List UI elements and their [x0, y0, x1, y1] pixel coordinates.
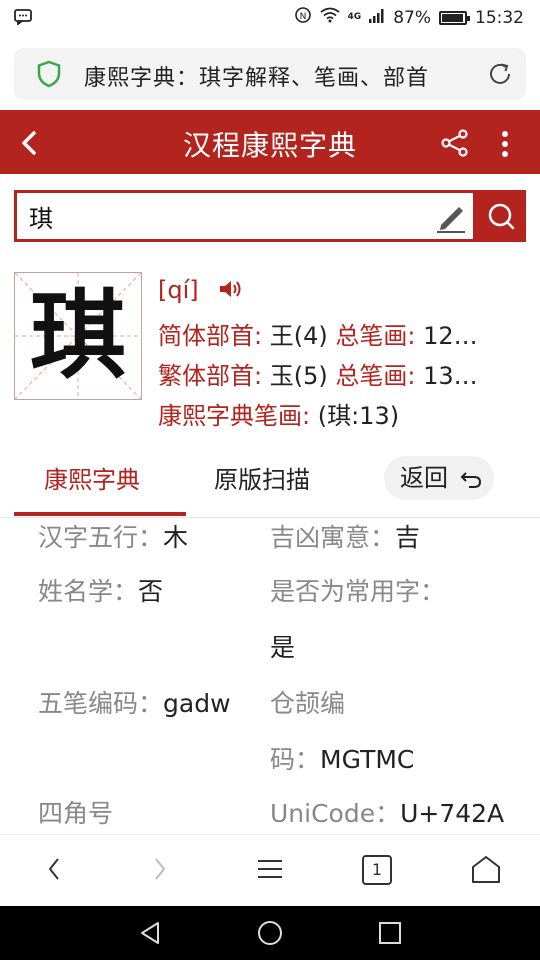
share-icon[interactable] — [440, 128, 470, 162]
message-icon — [14, 9, 32, 29]
name-study-row: 姓名学：否 — [38, 572, 163, 608]
clock: 15:32 — [475, 7, 524, 28]
battery-icon — [439, 10, 470, 25]
return-label: 返回 — [400, 464, 448, 492]
menu-icon[interactable] — [256, 853, 284, 889]
kangxi-strokes-row: 康熙字典笔画: (琪:13) — [158, 396, 399, 431]
traditional-info-row: 繁体部首: 玉(5) 总笔画: 13… — [158, 356, 528, 391]
speaker-icon[interactable] — [218, 277, 244, 305]
pinyin: [qí] — [158, 276, 199, 304]
refresh-icon[interactable] — [486, 60, 514, 92]
fortune-label: 吉凶寓意： — [270, 523, 396, 552]
kangxi-strokes-label: 康熙字典笔画: — [158, 402, 311, 430]
traditional-strokes-value: 13… — [423, 362, 478, 390]
active-tab-indicator — [14, 512, 186, 516]
character-grid-box: 琪 — [14, 272, 142, 400]
address-bar[interactable]: 康熙字典：琪字解释、笔画、部首 — [14, 48, 526, 100]
unicode-row: UniCode：U+742A — [270, 794, 504, 830]
status-right: N 4G 87% 15:32 — [294, 6, 524, 29]
simplified-info-row: 简体部首: 王(4) 总笔画: 12… — [158, 316, 528, 351]
system-back-icon[interactable] — [138, 920, 162, 950]
tab-count-icon[interactable]: 1 — [362, 855, 392, 885]
unicode-label: UniCode： — [270, 799, 401, 828]
tab-kangxi[interactable]: 康熙字典 — [44, 460, 140, 495]
simplified-strokes-value: 12… — [423, 322, 478, 350]
simplified-strokes-label: 总笔画: — [335, 322, 416, 350]
url-title: 康熙字典：琪字解释、笔画、部首 — [84, 66, 430, 91]
svg-text:N: N — [299, 12, 306, 22]
kangxi-strokes-value: (琪:13) — [317, 402, 400, 430]
pencil-icon[interactable] — [435, 203, 467, 237]
browser-back-icon[interactable] — [44, 853, 64, 889]
four-corner-label: 四角号 — [38, 799, 114, 828]
system-recents-icon[interactable] — [378, 920, 402, 950]
traditional-strokes-label: 总笔画: — [335, 362, 416, 390]
wifi-icon — [319, 7, 340, 28]
cangjie-value: MGTMC — [320, 745, 415, 774]
name-study-label: 姓名学： — [38, 577, 139, 606]
cangjie-row: 码：MGTMC — [270, 740, 414, 776]
fortune-row: 吉凶寓意：吉 — [270, 518, 420, 554]
wubi-label: 五笔编码： — [38, 689, 164, 718]
five-elements-value: 木 — [163, 523, 189, 552]
tab-original-scan[interactable]: 原版扫描 — [214, 460, 310, 495]
traditional-radical-value: 玉(5) — [269, 362, 328, 390]
signal-icon — [369, 8, 385, 28]
wubi-value: gadw — [163, 689, 231, 718]
home-icon[interactable] — [470, 853, 502, 889]
system-nav-bar — [0, 906, 540, 960]
simplified-radical-label: 简体部首: — [158, 322, 263, 350]
name-study-value: 否 — [138, 577, 164, 606]
character-details: 汉字五行：木 吉凶寓意：吉 姓名学：否 是否为常用字： 是 五笔编码：gadw … — [0, 518, 540, 834]
system-home-icon[interactable] — [257, 920, 283, 950]
common-char-label: 是否为常用字： — [270, 577, 446, 606]
network-label: 4G — [347, 12, 362, 22]
shield-icon — [36, 60, 62, 92]
five-elements-row: 汉字五行：木 — [38, 518, 188, 554]
tab-bar: 康熙字典 原版扫描 返回 — [0, 448, 540, 518]
unicode-value: U+742A — [400, 799, 505, 828]
cangjie-label-line2: 码： — [270, 745, 321, 774]
search-box — [14, 190, 476, 242]
cangjie-label-line1: 仓颉编 — [270, 689, 346, 718]
fortune-value: 吉 — [395, 523, 421, 552]
status-bar: N 4G 87% 15:32 — [0, 0, 540, 36]
common-char-value: 是 — [270, 633, 296, 662]
traditional-radical-label: 繁体部首: — [158, 362, 263, 390]
common-char-value-row: 是 — [270, 628, 295, 664]
simplified-radical-value: 王(4) — [269, 322, 328, 350]
search-icon — [488, 203, 515, 230]
return-arrow-icon — [460, 472, 482, 488]
five-elements-label: 汉字五行： — [38, 523, 164, 552]
more-options-icon[interactable] — [500, 130, 510, 162]
browser-forward-icon[interactable] — [150, 853, 170, 889]
search-button[interactable] — [476, 190, 526, 242]
pinyin-row: [qí] — [158, 276, 244, 305]
search-input[interactable] — [29, 199, 429, 233]
vibrate-icon: N — [294, 6, 312, 29]
character-glyph: 琪 — [30, 279, 126, 392]
return-button[interactable]: 返回 — [384, 456, 494, 500]
app-header: 汉程康熙字典 — [0, 110, 540, 174]
battery-percent: 87% — [393, 7, 431, 28]
wubi-row: 五笔编码：gadw — [38, 684, 231, 720]
browser-bottom-nav: 1 — [0, 834, 540, 906]
